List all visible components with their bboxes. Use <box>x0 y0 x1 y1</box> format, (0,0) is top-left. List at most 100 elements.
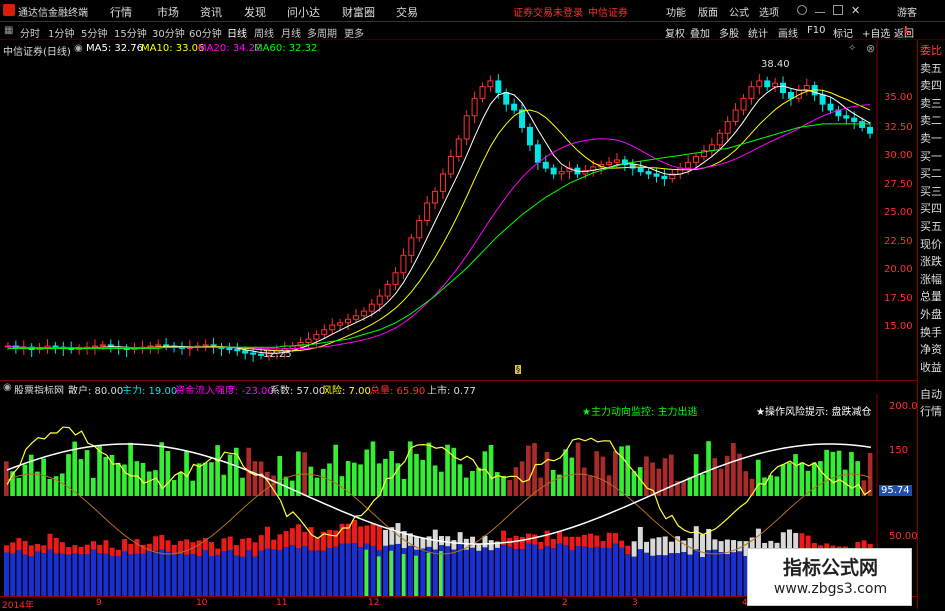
candle[interactable] <box>511 103 518 111</box>
menu-xuanxiang[interactable]: 选项 <box>759 4 779 19</box>
candle[interactable] <box>352 315 359 320</box>
btn-zixuan[interactable]: +自选 <box>862 25 890 40</box>
candle[interactable] <box>708 144 715 152</box>
ma-settings-icon[interactable]: ◉ <box>74 43 83 54</box>
broker-name[interactable]: 中信证券 <box>588 4 628 19</box>
side-item-14[interactable]: 总量 <box>920 290 942 304</box>
candle[interactable] <box>653 173 660 177</box>
candle[interactable] <box>376 295 383 305</box>
candle[interactable] <box>400 254 407 274</box>
candle[interactable] <box>748 86 755 99</box>
candle[interactable] <box>360 310 367 317</box>
side-item-12[interactable]: 涨跌 <box>920 255 942 269</box>
btn-biaoji[interactable]: 标记 <box>833 25 853 40</box>
candlestick-chart[interactable] <box>0 40 917 380</box>
side-item-20[interactable]: 行情 <box>920 405 942 419</box>
btn-fuquan[interactable]: 复权 <box>665 25 685 40</box>
chart-settings-icon[interactable]: ✧ <box>848 43 856 54</box>
candle[interactable] <box>558 171 565 175</box>
side-item-9[interactable]: 买四 <box>920 202 942 216</box>
candle[interactable] <box>337 322 344 326</box>
side-item-11[interactable]: 现价 <box>920 238 942 252</box>
side-item-5[interactable]: 卖一 <box>920 132 942 146</box>
candle[interactable] <box>447 155 454 175</box>
candle[interactable] <box>384 283 391 297</box>
side-item-17[interactable]: 净资 <box>920 343 942 357</box>
candle[interactable] <box>843 115 850 119</box>
candle[interactable] <box>234 349 241 352</box>
side-item-1[interactable]: 卖五 <box>920 62 942 76</box>
candle[interactable] <box>305 338 312 344</box>
candle[interactable] <box>526 126 533 146</box>
candle[interactable] <box>637 167 644 173</box>
user-label[interactable]: 游客 <box>897 4 917 19</box>
candle[interactable] <box>226 347 233 351</box>
side-item-15[interactable]: 外盘 <box>920 308 942 322</box>
candle[interactable] <box>645 171 652 175</box>
candle[interactable] <box>606 161 613 166</box>
candle[interactable] <box>91 345 98 348</box>
period-fenshi[interactable]: 分时 <box>20 25 40 40</box>
candle[interactable] <box>155 344 162 347</box>
candle[interactable] <box>827 103 834 111</box>
menu-hangqing[interactable]: 行情 <box>110 4 132 20</box>
candle[interactable] <box>867 126 874 134</box>
candle[interactable] <box>329 324 336 331</box>
side-item-18[interactable]: 收益 <box>920 361 942 375</box>
candle[interactable] <box>416 219 423 239</box>
chart-close-icon[interactable]: ⊗ <box>866 42 875 55</box>
candle[interactable] <box>693 155 700 163</box>
layout-icon[interactable]: ▦ <box>4 25 13 36</box>
candle[interactable] <box>503 92 510 105</box>
btn-huaxian[interactable]: 画线 <box>778 25 798 40</box>
candle[interactable] <box>52 345 59 348</box>
menu-faxian[interactable]: 发现 <box>244 4 266 20</box>
side-item-7[interactable]: 买二 <box>920 167 942 181</box>
period-60min[interactable]: 60分钟 <box>189 25 222 40</box>
candle[interactable] <box>732 109 739 123</box>
candle[interactable] <box>764 80 771 88</box>
period-more[interactable]: 更多 <box>344 25 364 40</box>
btn-diejia[interactable]: 叠加 <box>690 25 710 40</box>
candle[interactable] <box>495 80 502 94</box>
candle[interactable] <box>424 202 431 221</box>
skin-icon[interactable] <box>797 5 807 15</box>
period-1min[interactable]: 1分钟 <box>48 25 74 40</box>
candle[interactable] <box>408 237 415 256</box>
info-mine-icon[interactable]: § <box>515 365 521 374</box>
candle[interactable] <box>716 132 723 146</box>
menu-shichang[interactable]: 市场 <box>157 4 179 20</box>
btn-f10[interactable]: F10 <box>807 25 825 36</box>
candle[interactable] <box>345 318 352 324</box>
candle[interactable] <box>740 97 747 111</box>
candle[interactable] <box>471 97 478 117</box>
candle[interactable] <box>479 86 486 99</box>
period-multi[interactable]: 多周期 <box>307 25 337 40</box>
side-item-2[interactable]: 卖四 <box>920 79 942 93</box>
candle[interactable] <box>859 121 866 128</box>
candle[interactable] <box>487 80 494 88</box>
candle[interactable] <box>724 121 731 134</box>
side-item-0[interactable]: 委比 <box>920 44 942 58</box>
ind-settings-icon[interactable]: ◉ <box>3 382 12 393</box>
login-status[interactable]: 证券交易未登录 <box>513 4 583 19</box>
candle[interactable] <box>321 329 328 335</box>
candle[interactable] <box>756 80 763 88</box>
candle[interactable] <box>542 161 549 169</box>
candle[interactable] <box>772 82 779 88</box>
side-item-6[interactable]: 买一 <box>920 150 942 164</box>
candle[interactable] <box>534 144 541 163</box>
candle[interactable] <box>851 117 858 123</box>
candle[interactable] <box>455 138 462 157</box>
side-item-19[interactable]: 自动 <box>920 388 942 402</box>
side-item-8[interactable]: 买三 <box>920 185 942 199</box>
btn-duogu[interactable]: 多股 <box>719 25 739 40</box>
candle[interactable] <box>550 167 557 175</box>
period-5min[interactable]: 5分钟 <box>81 25 107 40</box>
candle[interactable] <box>685 161 692 169</box>
period-15min[interactable]: 15分钟 <box>114 25 147 40</box>
candle[interactable] <box>392 272 399 285</box>
close-icon[interactable]: ✕ <box>851 4 860 17</box>
side-item-16[interactable]: 换手 <box>920 326 942 340</box>
candle[interactable] <box>432 190 439 204</box>
